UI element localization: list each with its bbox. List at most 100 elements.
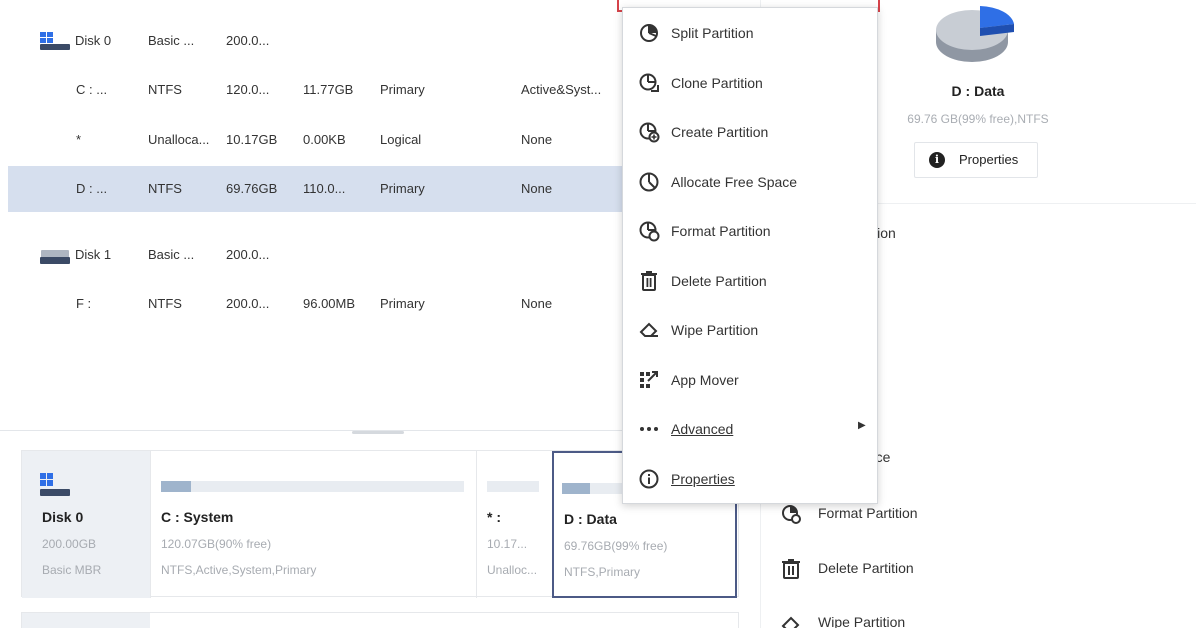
submenu-arrow-icon: ▶: [858, 420, 866, 431]
usage-bar: [487, 481, 539, 492]
menu-item-label: Allocate Free Space: [671, 174, 798, 190]
capacity-cell: 200.0...: [226, 33, 270, 48]
usage-bar: [161, 481, 464, 492]
disk-map-disk[interactable]: [22, 613, 150, 628]
info-icon: [638, 468, 660, 490]
more-icon: [638, 418, 660, 440]
menu-item-label: Split Partition: [671, 25, 754, 41]
status-cell: None: [521, 296, 553, 311]
partition-name: C : ...: [76, 82, 108, 97]
capacity-cell: 200.0...: [226, 296, 270, 311]
menu-item-allocate-free-space[interactable]: Allocate Free Space: [623, 158, 877, 206]
partition-free: 69.76GB(99% free): [564, 539, 668, 553]
menu-item-delete-partition[interactable]: Delete Partition: [623, 257, 877, 305]
fs-cell: NTFS: [148, 82, 182, 97]
trash-icon: [780, 558, 802, 580]
used-cell: 96.00MB: [303, 296, 356, 311]
used-cell: 0.00KB: [303, 132, 346, 147]
capacity-cell: 200.0...: [226, 247, 270, 262]
used-cell: 11.77GB: [303, 82, 354, 97]
op-label: Wipe Partition: [818, 614, 906, 628]
disk-map-disk[interactable]: Disk 0 200.00GB Basic MBR: [22, 451, 150, 598]
clone-icon: [638, 72, 660, 94]
fs-cell: NTFS: [148, 296, 182, 311]
trash-icon: [638, 270, 660, 292]
split-icon: [638, 22, 660, 44]
partition-title: * :: [487, 509, 501, 525]
menu-item-label: Advanced: [671, 421, 734, 437]
menu-item-create-partition[interactable]: Create Partition: [623, 108, 877, 156]
capacity-cell: 10.17GB: [226, 132, 278, 147]
disk-kind: Basic MBR: [42, 563, 102, 577]
disk-row[interactable]: Disk 1 Basic ... 200.0...: [8, 232, 628, 278]
table-row[interactable]: C : ... NTFS 120.0... 11.77GB Primary Ac…: [8, 67, 628, 113]
format-icon: [638, 220, 660, 242]
partition-info: NTFS,Active,System,Primary: [161, 563, 317, 577]
partition-name: D : ...: [76, 181, 108, 196]
type-cell: Primary: [380, 82, 425, 97]
eraser-icon: [638, 319, 660, 341]
partition-free: 10.17...: [487, 537, 528, 551]
partition-info: Unalloc...: [487, 563, 538, 577]
disk-size: 200.00GB: [42, 537, 97, 551]
status-cell: None: [521, 181, 553, 196]
disk-name: Disk 1: [75, 247, 112, 262]
menu-item-label: Format Partition: [671, 223, 771, 239]
disk-map-next: [21, 612, 739, 628]
disk-icon: [40, 246, 70, 264]
op-wipe-partition[interactable]: Wipe Partition: [760, 608, 1196, 628]
menu-item-app-mover[interactable]: App Mover: [623, 356, 877, 404]
disk-row[interactable]: Disk 0 Basic ... 200.0...: [8, 18, 628, 64]
status-cell: Active&Syst...: [521, 82, 602, 97]
create-icon: [638, 121, 660, 143]
partition-block-unallocated[interactable]: * : 10.17... Unalloc...: [476, 451, 552, 598]
fs-cell: NTFS: [148, 181, 182, 196]
partition-title: C : System: [161, 509, 234, 525]
capacity-cell: 69.76GB: [226, 181, 278, 196]
app-mover-icon: [638, 369, 660, 391]
op-delete-partition[interactable]: Delete Partition: [760, 554, 1196, 584]
allocate-icon: [638, 171, 660, 193]
disk-title: Disk 0: [42, 509, 84, 525]
menu-item-label: App Mover: [671, 372, 739, 388]
op-label: Format Partition: [818, 505, 918, 521]
status-cell: None: [521, 132, 553, 147]
partition-name: F :: [76, 296, 92, 311]
menu-item-clone-partition[interactable]: Clone Partition: [623, 59, 877, 107]
disk-icon: [40, 32, 70, 50]
partition-name: *: [76, 132, 82, 147]
context-menu: Split Partition Clone Partition Create P…: [622, 7, 878, 504]
resize-handle[interactable]: [352, 431, 404, 434]
partition-title: D : Data: [564, 511, 617, 527]
op-label: Delete Partition: [818, 560, 914, 576]
menu-item-label: Clone Partition: [671, 75, 763, 91]
type-cell: Primary: [380, 296, 425, 311]
menu-item-split-partition[interactable]: Split Partition: [623, 9, 877, 57]
disk-icon: [40, 473, 70, 499]
menu-item-label: Create Partition: [671, 124, 769, 140]
fs-cell: Unalloca...: [148, 132, 210, 147]
menu-item-properties[interactable]: Properties: [623, 455, 877, 503]
fs-cell: Basic ...: [148, 247, 195, 262]
properties-button[interactable]: i Properties: [914, 142, 1038, 178]
menu-item-format-partition[interactable]: Format Partition: [623, 207, 877, 255]
table-row-selected[interactable]: D : ... NTFS 69.76GB 110.0... Primary No…: [8, 166, 628, 212]
menu-item-wipe-partition[interactable]: Wipe Partition: [623, 306, 877, 354]
menu-item-label: Wipe Partition: [671, 322, 759, 338]
table-row[interactable]: F : NTFS 200.0... 96.00MB Primary None: [8, 281, 628, 327]
capacity-cell: 120.0...: [226, 82, 270, 97]
partition-block-c[interactable]: C : System 120.07GB(90% free) NTFS,Activ…: [150, 451, 476, 598]
usage-pie-chart: [934, 2, 1016, 68]
partition-info: NTFS,Primary: [564, 565, 640, 579]
format-icon: [780, 503, 802, 525]
used-cell: 110.0...: [303, 181, 346, 196]
eraser-icon: [780, 612, 802, 628]
disk-name: Disk 0: [75, 33, 112, 48]
type-cell: Primary: [380, 181, 425, 196]
menu-item-advanced[interactable]: Advanced ▶: [623, 405, 877, 453]
properties-label: Properties: [959, 152, 1019, 167]
partition-free: 120.07GB(90% free): [161, 537, 272, 551]
info-icon: i: [929, 152, 945, 168]
menu-item-label: Delete Partition: [671, 273, 767, 289]
table-row[interactable]: * Unalloca... 10.17GB 0.00KB Logical Non…: [8, 117, 628, 163]
